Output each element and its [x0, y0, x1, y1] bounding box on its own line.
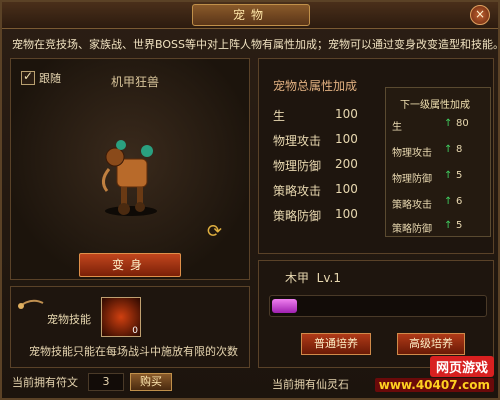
next-stat-label: 策略攻击 [392, 200, 432, 211]
stat-value: 100 [335, 182, 358, 196]
watermark-bottom: www.40407.com [374, 378, 494, 392]
element-label: 木甲 [285, 271, 310, 285]
pet-window: 宠物 × 宠物在竞技场、家族战、世界BOSS等中对上阵人物有属性加成；宠物可以通… [0, 0, 500, 400]
level-label: Lv.1 [316, 271, 341, 285]
next-stat-row: 生 ↑ 80 [392, 118, 469, 133]
stats-panel: 宠物总属性加成 生 100 物理攻击 100 物理防御 200 策略攻击 100 策略防… [258, 58, 494, 254]
next-stat-value: 5 [456, 170, 463, 181]
pet-name: 机甲狂兽 [111, 75, 160, 89]
pet-level: 木甲 Lv.1 [285, 269, 341, 286]
site-watermark: 网页游戏 www.40407.com [374, 356, 494, 396]
training-panel: 木甲 Lv.1 普通培养 高级培养 [258, 260, 494, 368]
pet-display-panel: 跟随 机甲狂兽 ⟳ 变身 [10, 58, 250, 280]
runes-count: 3 [88, 373, 124, 391]
stat-label: 策略攻击 [273, 184, 322, 198]
next-stat-label: 物理防御 [392, 174, 432, 185]
total-stats-title: 宠物总属性加成 [273, 79, 358, 93]
next-stat-row: 策略攻击 ↑ 6 [392, 196, 462, 211]
description-text: 宠物在竞技场、家族战、世界BOSS等中对上阵人物有属性加成；宠物可以通过变身改变… [12, 38, 500, 51]
skill-count: 0 [132, 326, 138, 336]
stat-value: 100 [335, 132, 358, 146]
runes-label: 当前拥有符文 [12, 376, 78, 389]
watermark-top: 网页游戏 [429, 356, 494, 377]
stat-label: 物理攻击 [273, 134, 322, 148]
stat-row: 策略防御 100 [273, 207, 358, 224]
normal-train-button[interactable]: 普通培养 [301, 333, 371, 355]
next-level-box: 下一级属性加成 生 ↑ 80 物理攻击 ↑ 8 物理防御 ↑ 5 策略攻击 ↑ 6 策略防御 ↑ 5 [385, 87, 491, 237]
skill-description: 宠物技能只能在每场战斗中施放有限的次数 [29, 345, 238, 358]
follow-checkbox[interactable] [21, 69, 35, 85]
stat-row: 生 100 [273, 107, 358, 124]
next-stat-value: 80 [456, 118, 469, 129]
stat-row: 物理防御 200 [273, 157, 358, 174]
next-stat-row: 策略防御 ↑ 5 [392, 220, 462, 235]
stat-label: 策略防御 [273, 209, 322, 223]
experience-bar [269, 295, 487, 317]
pet-model-image [102, 140, 157, 216]
next-stat-label: 生 [392, 122, 402, 133]
advanced-train-button[interactable]: 高级培养 [397, 333, 465, 355]
transform-button[interactable]: 变身 [79, 253, 181, 277]
next-stat-label: 物理攻击 [392, 148, 432, 159]
next-stat-label: 策略防御 [392, 224, 432, 235]
next-stat-value: 6 [456, 196, 463, 207]
next-stat-value: 8 [456, 144, 463, 155]
stat-label: 物理防御 [273, 159, 322, 173]
stat-row: 策略攻击 100 [273, 182, 358, 199]
window-title: 宠物 [192, 4, 310, 26]
stat-label: 生 [273, 109, 286, 123]
next-stat-row: 物理攻击 ↑ 8 [392, 144, 462, 159]
stat-value: 200 [335, 157, 358, 171]
skill-title: 宠物技能 [47, 313, 91, 326]
up-arrow-icon: ↑ [444, 170, 453, 181]
follow-label: 跟随 [39, 72, 61, 85]
next-level-title: 下一级属性加成 [400, 100, 470, 111]
rotate-icon[interactable]: ⟳ [207, 221, 222, 242]
up-arrow-icon: ↑ [444, 144, 453, 155]
stat-value: 100 [335, 107, 358, 121]
up-arrow-icon: ↑ [444, 220, 453, 231]
stat-value: 100 [335, 207, 358, 221]
stat-row: 物理攻击 100 [273, 132, 358, 149]
skill-panel: 宠物技能 0 宠物技能只能在每场战斗中施放有限的次数 [10, 286, 250, 368]
up-arrow-icon: ↑ [444, 118, 453, 129]
up-arrow-icon: ↑ [444, 196, 453, 207]
next-stat-row: 物理防御 ↑ 5 [392, 170, 462, 185]
crystal-icon [18, 299, 44, 309]
skill-slot[interactable]: 0 [101, 297, 141, 337]
title-bar: 宠物 × [2, 2, 498, 29]
close-button[interactable]: × [470, 5, 490, 25]
experience-bar-fill [272, 299, 297, 313]
stones-label: 当前拥有仙灵石 [272, 378, 349, 391]
next-stat-value: 5 [456, 220, 463, 231]
buy-button[interactable]: 购买 [130, 373, 172, 391]
